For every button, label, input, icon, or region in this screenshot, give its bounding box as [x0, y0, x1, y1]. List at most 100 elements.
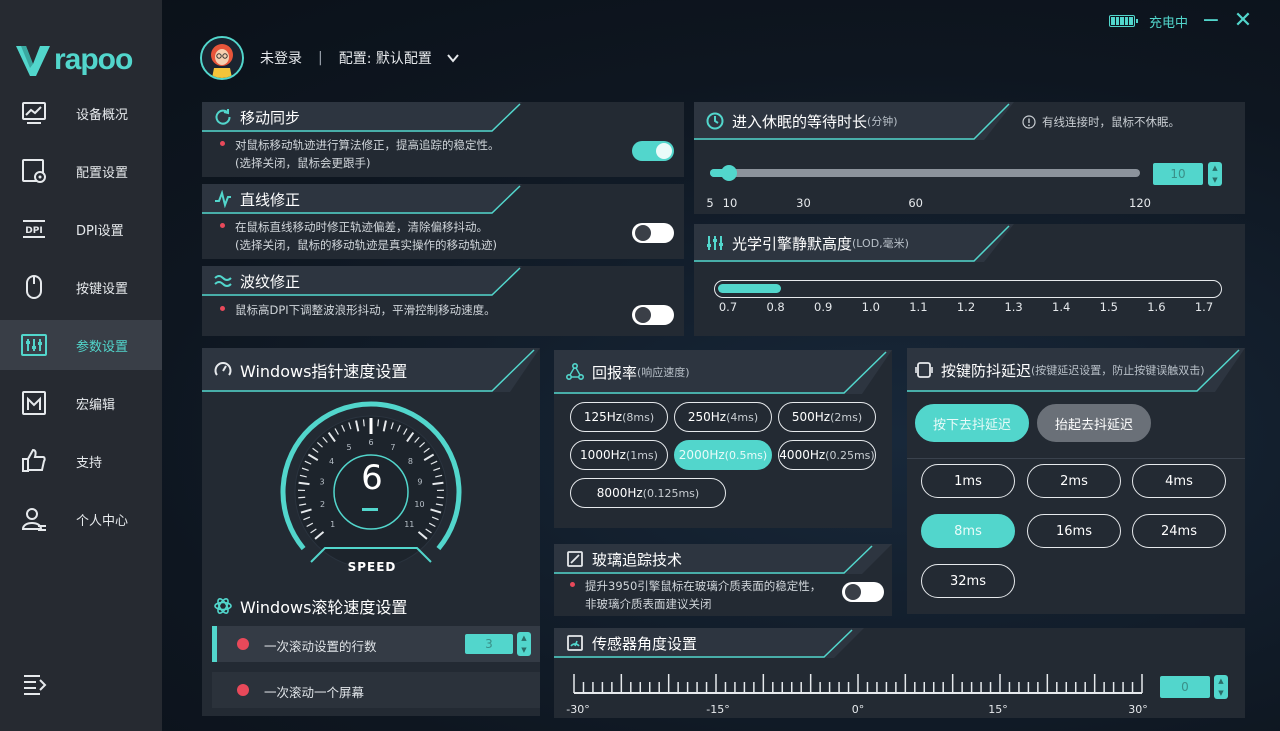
pointer-title: Windows指针速度设置	[240, 362, 408, 381]
spinner-down-icon: ▼	[521, 646, 527, 654]
speed-label: SPEED	[347, 560, 397, 574]
dial-number: 1	[330, 520, 335, 529]
sleep-slider-handle[interactable]	[720, 165, 737, 181]
sidebar-item-personal-center[interactable]: 个人中心	[0, 494, 162, 544]
press-debounce-button[interactable]: 按下去抖延迟	[915, 404, 1029, 442]
avatar-girl-icon	[202, 38, 242, 78]
dial-tick	[377, 419, 380, 427]
straight-title: 直线修正	[240, 190, 301, 209]
sync-toggle[interactable]	[632, 141, 674, 161]
windows-pointer-panel: Windows指针速度设置 1 2 3 4 5 6 7 8 9 10 11 6 SPEED Wind…	[202, 348, 540, 716]
lod-tick-label: 1.7	[1194, 300, 1214, 314]
debounce-option-4ms[interactable]: 4ms	[1132, 464, 1226, 498]
lod-title: 光学引擎静默高度	[732, 234, 853, 253]
wheel-option-lines[interactable]: 一次滚动设置的行数 3 ▲ ▼	[212, 626, 540, 662]
sidebar-item-label: 配置设置	[76, 165, 129, 181]
dial-number: 9	[417, 478, 422, 487]
close-button[interactable]: ✕	[1234, 10, 1252, 32]
straight-correction-panel: 直线修正 在鼠标直线移动时修正轨迹偏差，清除偏移抖动。 (选择关闭，鼠标的移动轨…	[202, 184, 684, 259]
angle-ruler[interactable]	[554, 668, 1154, 698]
avatar[interactable]	[200, 36, 244, 80]
polling-option-8000hz[interactable]: 8000Hz (0.125ms)	[570, 478, 726, 508]
sidebar-item-device-overview[interactable]: 设备概况	[0, 88, 162, 138]
sleep-tick-label: 30	[796, 196, 811, 210]
straight-description: 在鼠标直线移动时修正轨迹偏差，清除偏移抖动。 (选择关闭，鼠标的移动轨迹是真实操…	[220, 218, 497, 254]
sleep-tick-label: 120	[1129, 196, 1151, 210]
sleep-value-field[interactable]: 10	[1153, 163, 1203, 185]
sleep-panel: 进入休眠的等待时长 (分钟) 有线连接时，鼠标不休眠。 10 ▲ ▼ 5 10 30 6…	[694, 102, 1245, 214]
wheel-header: Windows滚轮速度设置	[214, 594, 407, 618]
polling-option-250hz[interactable]: 250Hz (4ms)	[674, 402, 772, 432]
sync-icon	[215, 109, 231, 125]
debounce-option-32ms[interactable]: 32ms	[921, 564, 1015, 598]
angle-tick-label: 15°	[988, 703, 1008, 716]
sidebar-item-macro[interactable]: 宏编辑	[0, 378, 162, 428]
profile-selector[interactable]: 配置: 默认配置	[339, 48, 432, 68]
sidebar-item-dpi[interactable]: DPI DPI设置	[0, 204, 162, 254]
spinner-down-icon: ▼	[1218, 689, 1224, 697]
angle-title: 传感器角度设置	[592, 634, 698, 653]
straight-toggle[interactable]	[632, 223, 674, 243]
ripple-toggle[interactable]	[632, 305, 674, 325]
polling-option-500hz[interactable]: 500Hz (2ms)	[778, 402, 876, 432]
sleep-spinner[interactable]: ▲ ▼	[1208, 162, 1222, 186]
lod-tick-labels: 0.7 0.8 0.9 1.0 1.1 1.2 1.3 1.4 1.5 1.6 1.7	[694, 300, 1245, 316]
wheel-lines-spinner[interactable]: ▲ ▼	[517, 632, 531, 656]
lod-tick-label: 1.3	[1004, 300, 1023, 314]
sidebar-item-label: 参数设置	[76, 339, 129, 355]
minimize-button[interactable]: −	[1202, 10, 1220, 32]
sync-description: 对鼠标移动轨迹进行算法修正，提高追踪的稳定性。 (选择关闭，鼠标会更跟手)	[220, 136, 500, 172]
dial-tick	[298, 496, 306, 499]
spinner-up-icon: ▲	[1212, 164, 1218, 172]
polling-option-125hz[interactable]: 125Hz (8ms)	[570, 402, 668, 432]
lod-slider-track[interactable]	[714, 280, 1222, 298]
ripple-correction-panel: 波纹修正 鼠标高DPI下调整波浪形抖动，平滑控制移动速度。	[202, 266, 684, 336]
dial-number: 6	[368, 438, 373, 447]
chevron-down-icon[interactable]	[446, 51, 460, 65]
sidebar-item-parameters[interactable]: 参数设置	[0, 320, 162, 370]
dial-number: 2	[320, 500, 325, 509]
sleep-unit: (分钟)	[867, 115, 898, 128]
speed-gauge-icon	[214, 362, 232, 376]
sidebar-item-support[interactable]: 支持	[0, 436, 162, 486]
lod-tick-label: 1.2	[956, 300, 976, 314]
sleep-tick-label: 60	[908, 196, 923, 210]
angle-value-field[interactable]: 0	[1160, 676, 1210, 698]
sidebar-item-label: 按键设置	[76, 281, 129, 297]
user-icon	[21, 508, 46, 531]
sidebar-item-label: 个人中心	[76, 513, 129, 529]
wheel-option-screen[interactable]: 一次滚动一个屏幕	[212, 672, 540, 708]
polling-title: 回报率	[592, 363, 638, 382]
debounce-option-2ms[interactable]: 2ms	[1027, 464, 1121, 498]
info-icon	[1022, 115, 1036, 129]
sleep-tick-label: 10	[722, 196, 738, 210]
sidebar-item-buttons[interactable]: 按键设置	[0, 262, 162, 312]
wheel-lines-field[interactable]: 3	[465, 634, 513, 654]
wave-icon	[214, 275, 232, 287]
polling-option-2000hz[interactable]: 2000Hz (0.5ms)	[674, 440, 772, 470]
release-debounce-button[interactable]: 抬起去抖延迟	[1037, 404, 1151, 442]
collapse-menu-icon[interactable]	[22, 672, 48, 696]
polling-option-4000hz[interactable]: 4000Hz (0.25ms)	[778, 440, 876, 470]
charging-status: 充电中	[1148, 15, 1188, 31]
debounce-option-24ms[interactable]: 24ms	[1132, 514, 1226, 548]
sidebar-item-config[interactable]: 配置设置	[0, 146, 162, 196]
lod-slider-fill	[718, 284, 781, 293]
brand-name: rapoo	[54, 43, 133, 76]
rapoo-logo: rapoo	[14, 40, 133, 80]
atom-icon	[214, 598, 232, 614]
mouse-icon	[26, 275, 42, 299]
debounce-option-8ms[interactable]: 8ms	[921, 514, 1015, 548]
user-name[interactable]: 未登录	[260, 48, 302, 68]
debounce-option-1ms[interactable]: 1ms	[921, 464, 1015, 498]
debounce-option-16ms[interactable]: 16ms	[1027, 514, 1121, 548]
debounce-divider	[907, 458, 1245, 459]
speed-value-underline	[362, 508, 378, 511]
angle-spinner[interactable]: ▲ ▼	[1214, 675, 1228, 699]
dial-tick	[432, 481, 444, 486]
sleep-slider-track[interactable]	[710, 165, 1140, 181]
polling-option-1000hz[interactable]: 1000Hz (1ms)	[570, 440, 668, 470]
button-debounce-icon	[915, 362, 933, 378]
glass-toggle[interactable]	[842, 582, 884, 602]
sensor-angle-panel: 传感器角度设置 -30° -15° 0° 15° 30° 0 ▲ ▼	[554, 628, 1245, 718]
